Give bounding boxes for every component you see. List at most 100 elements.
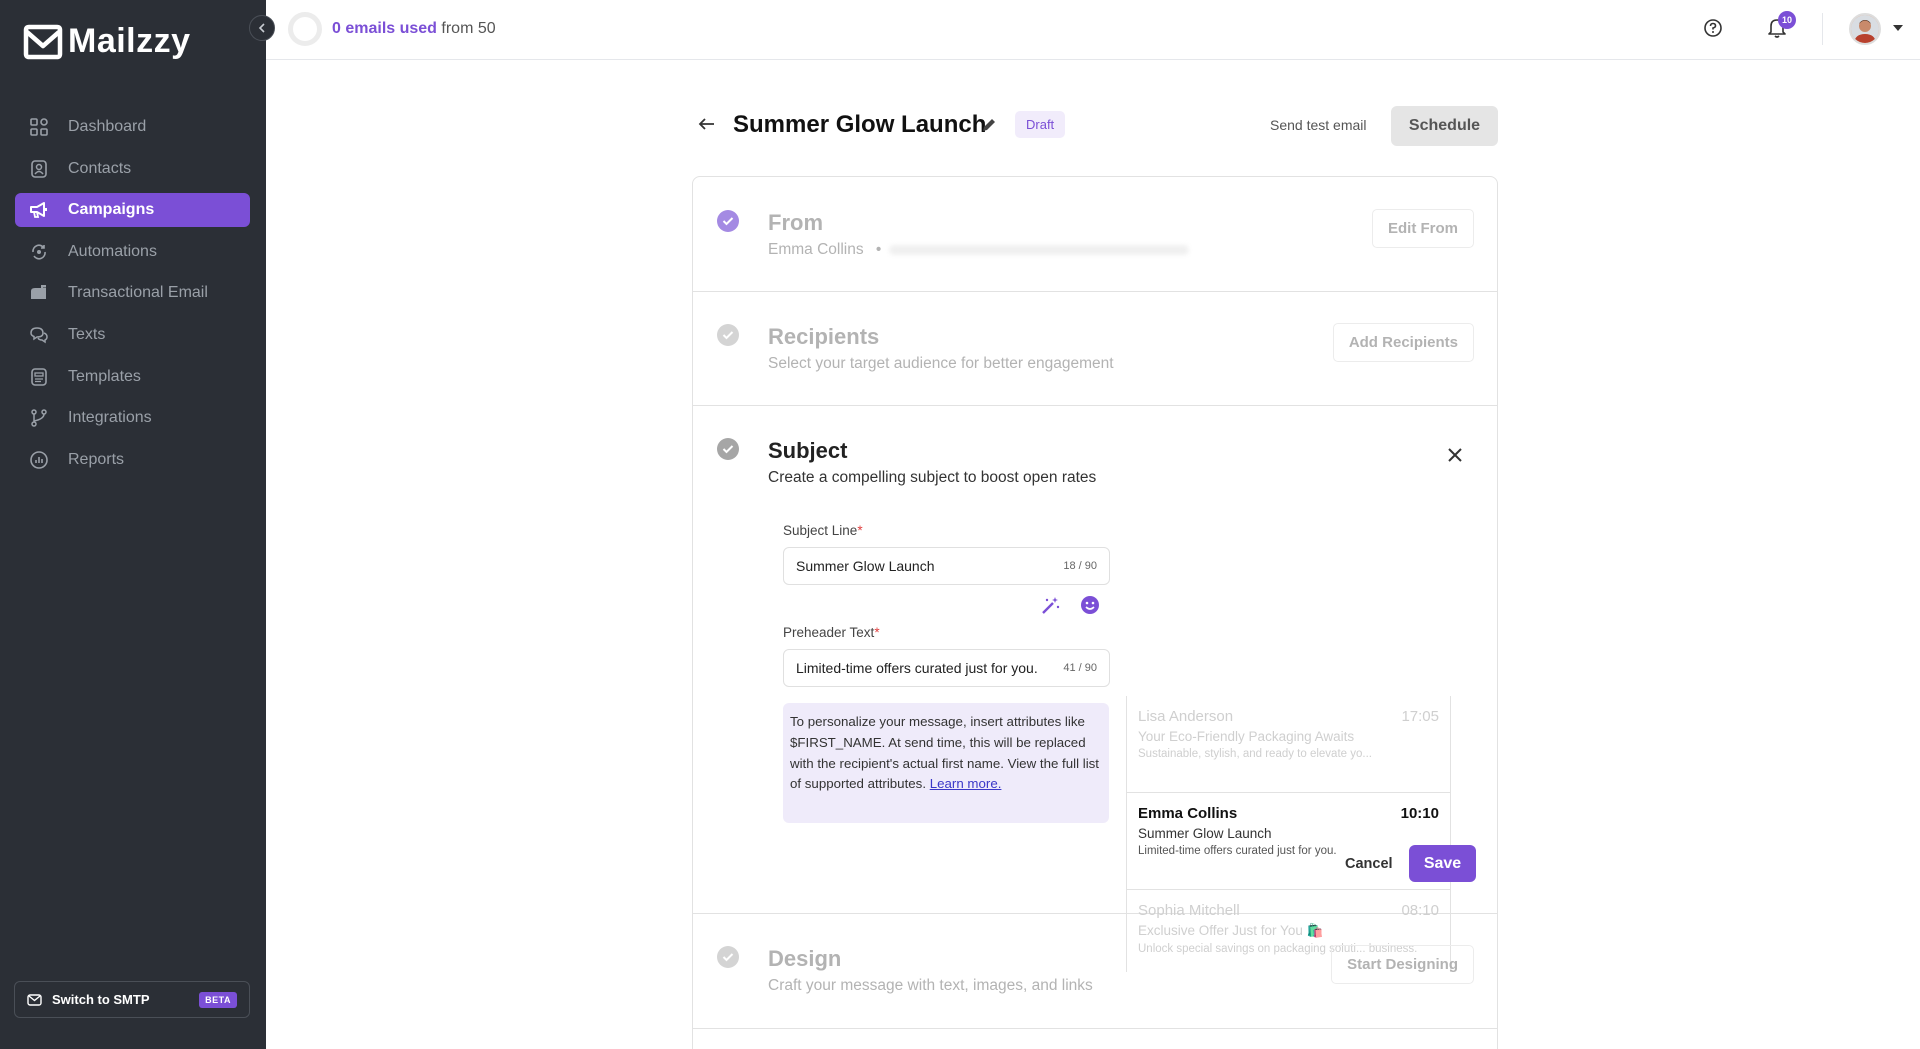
sidebar-item-dashboard[interactable]: Dashboard [15,110,250,144]
sidebar-item-reports[interactable]: Reports [15,443,250,477]
sidebar-item-integrations[interactable]: Integrations [15,401,250,435]
sidebar-item-label: Dashboard [68,118,147,135]
preview-snippet: Sustainable, stylish, and ready to eleva… [1138,748,1372,760]
recipients-subtitle: Select your target audience for better e… [768,355,1114,372]
chevron-down-icon[interactable] [1893,25,1903,31]
edit-title-pencil-icon[interactable] [981,117,997,138]
subject-line-value: Summer Glow Launch [796,558,935,574]
sidebar-item-contacts[interactable]: Contacts [15,152,250,186]
smtp-label: Switch to SMTP [52,992,150,1007]
branch-icon [29,408,49,428]
from-title: From [768,210,823,235]
top-bar: 0 emails used from 50 10 [266,0,1920,60]
subject-line-label: Subject Line* [783,523,863,538]
subject-char-count: 18 / 90 [1063,560,1097,572]
preheader-char-count: 41 / 90 [1063,662,1097,674]
sidebar-item-label: Integrations [68,409,152,427]
notification-count-badge: 10 [1778,11,1796,29]
sidebar: Mailzzy Dashboard Contacts Campaigns Aut… [0,0,266,1049]
sidebar-item-label: Campaigns [68,201,155,219]
preview-subject: Summer Glow Launch [1138,826,1272,841]
recipients-section: Recipients Select your target audience f… [693,292,1497,406]
automations-icon [29,242,49,262]
send-test-email-button[interactable]: Send test email [1270,117,1367,133]
collapse-sidebar-button[interactable] [249,15,275,41]
subject-title: Subject [768,438,848,463]
learn-more-link[interactable]: Learn more. [930,776,1002,791]
sidebar-item-label: Texts [68,325,106,343]
campaign-title: Summer Glow Launch [733,111,987,138]
save-button[interactable]: Save [1409,845,1476,882]
check-icon [717,438,739,460]
inbox-preview-item: Lisa Anderson 17:05 Your Eco-Friendly Pa… [1127,696,1450,793]
campaign-setup-card: From Emma Collins • Edit From Recipients… [692,176,1498,1049]
sidebar-nav: Dashboard Contacts Campaigns Automations… [15,110,250,484]
schedule-button[interactable]: Schedule [1391,106,1498,146]
envelope-icon [27,993,42,1006]
preview-subject: Your Eco-Friendly Packaging Awaits [1138,729,1355,744]
subject-line-label-text: Subject Line [783,523,858,538]
sidebar-item-automations[interactable]: Automations [15,235,250,269]
chat-icon [29,325,49,345]
sidebar-item-templates[interactable]: Templates [15,360,250,394]
check-icon [717,324,739,346]
usage-ring [288,12,322,46]
app-name: Mailzzy [68,22,191,60]
design-subtitle: Craft your message with text, images, an… [768,977,1093,994]
sidebar-item-label: Contacts [68,159,132,177]
add-recipients-button[interactable]: Add Recipients [1332,323,1474,362]
preview-sender: Emma Collins [1138,805,1238,822]
mail-logo-icon [23,24,63,59]
from-section: From Emma Collins • Edit From [693,177,1497,292]
start-designing-button[interactable]: Start Designing [1331,945,1474,984]
edit-from-button[interactable]: Edit From [1372,209,1474,248]
recipients-title: Recipients [768,324,880,349]
check-icon [717,946,739,968]
preview-snippet: Limited-time offers curated just for you… [1138,845,1337,857]
megaphone-icon [29,200,49,220]
ai-magic-wand-icon[interactable] [1041,595,1061,620]
preview-sender: Lisa Anderson [1138,708,1234,725]
sidebar-item-label: Transactional Email [68,284,208,302]
app-logo[interactable]: Mailzzy [22,22,191,61]
sidebar-item-label: Automations [68,242,157,260]
beta-badge: BETA [199,991,237,1008]
preview-time: 17:05 [1401,708,1439,725]
preheader-input[interactable]: Limited-time offers curated just for you… [783,649,1110,687]
preheader-value: Limited-time offers curated just for you… [796,660,1038,676]
reports-icon [29,450,49,470]
preview-time: 10:10 [1400,805,1439,822]
templates-icon [29,367,49,387]
help-icon[interactable] [1703,18,1723,43]
sender-name: Emma Collins [768,241,864,258]
contacts-icon [29,159,49,179]
personalization-info-box: To personalize your message, insert attr… [783,703,1109,823]
emoji-icon[interactable] [1080,595,1100,620]
preheader-label: Preheader Text* [783,625,880,640]
usage-used: 0 emails used [332,20,437,37]
check-icon [717,210,739,232]
design-title: Design [768,946,842,971]
usage-limit: from 50 [441,20,496,37]
sidebar-item-transactional-email[interactable]: Transactional Email [15,276,250,310]
sidebar-item-label: Templates [68,367,141,385]
status-badge: Draft [1015,111,1066,138]
preheader-label-text: Preheader Text [783,625,875,640]
cancel-button[interactable]: Cancel [1345,856,1393,872]
sidebar-item-campaigns[interactable]: Campaigns [15,193,250,228]
subject-subtitle: Create a compelling subject to boost ope… [768,469,1097,486]
user-avatar[interactable] [1849,13,1881,45]
design-section: Design Craft your message with text, ima… [693,914,1497,1029]
sidebar-item-label: Reports [68,450,125,468]
mailbox-icon [29,283,49,303]
close-icon[interactable] [1447,447,1463,468]
from-sender: Emma Collins • [768,241,1190,259]
divider [1822,13,1823,45]
blurred-sender-email [889,244,1190,255]
back-arrow-icon[interactable] [698,114,716,137]
inbox-preview-item-current: Emma Collins 10:10 Summer Glow Launch Li… [1127,793,1450,890]
dashboard-icon [29,117,49,137]
subject-line-input[interactable]: Summer Glow Launch 18 / 90 [783,547,1110,585]
switch-to-smtp-button[interactable]: Switch to SMTP BETA [14,981,250,1018]
sidebar-item-texts[interactable]: Texts [15,318,250,352]
